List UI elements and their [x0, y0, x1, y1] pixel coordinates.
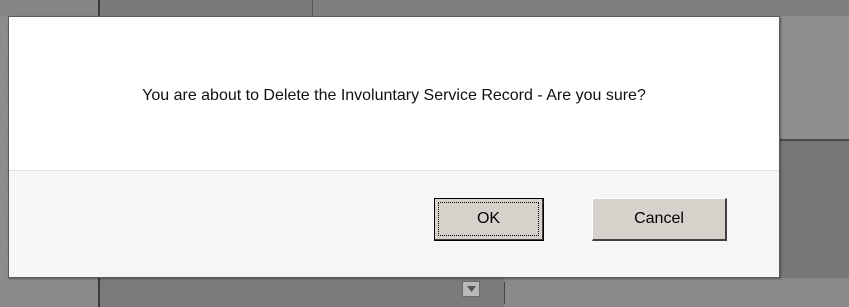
background-divider — [504, 282, 505, 304]
ok-button-label: OK — [476, 210, 501, 227]
background-dropdown-button — [462, 281, 480, 297]
cancel-button[interactable]: Cancel — [592, 198, 727, 241]
background-divider — [98, 278, 100, 307]
background-panel — [0, 0, 98, 16]
background-divider — [98, 0, 100, 16]
dialog-body: You are about to Delete the Involuntary … — [9, 17, 779, 170]
background-panel — [100, 0, 312, 16]
background-divider — [312, 0, 313, 16]
background-field — [100, 278, 504, 307]
chevron-down-icon — [466, 286, 476, 292]
confirm-delete-dialog: You are about to Delete the Involuntary … — [8, 16, 780, 278]
ok-button[interactable]: OK — [434, 198, 544, 241]
cancel-button-label: Cancel — [634, 210, 684, 227]
background-panel — [780, 16, 849, 139]
dialog-footer: OK Cancel — [9, 170, 779, 277]
dialog-message: You are about to Delete the Involuntary … — [142, 87, 646, 104]
